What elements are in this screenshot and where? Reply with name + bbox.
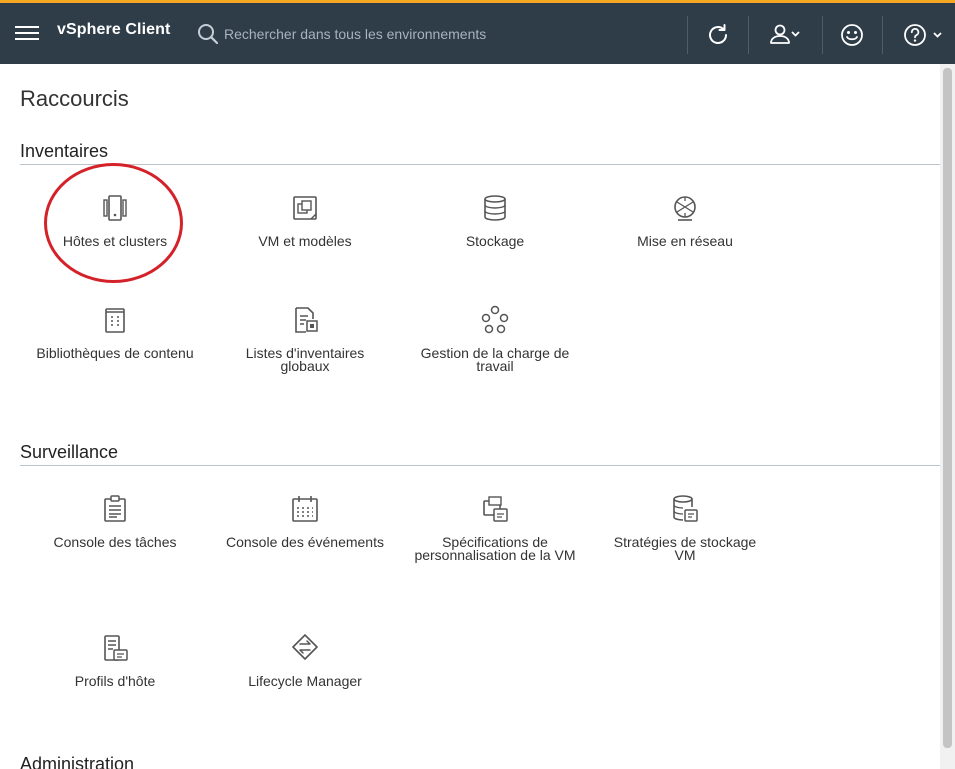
task-console-icon — [104, 495, 126, 522]
tile-label: Gestion de la charge de travail — [420, 345, 570, 374]
tile-label: Console des événements — [226, 534, 384, 550]
tile-label: Listes d'inventaires globaux — [245, 345, 365, 374]
tile-label: Spécifications de personnalisation de la… — [414, 534, 576, 563]
event-console-icon — [292, 496, 318, 522]
storage-policies-icon — [673, 495, 698, 522]
help-icon — [904, 24, 942, 46]
shortcut-vm-customization-specs[interactable]: Spécifications de personnalisation de la… — [400, 493, 590, 562]
search-icon — [198, 24, 219, 45]
tile-label: Stockage — [465, 233, 525, 249]
shortcut-vm-storage-policies[interactable]: Stratégies de stockage VM — [590, 493, 780, 562]
shortcut-global-inventory-lists[interactable]: Listes d'inventaires globaux — [210, 304, 400, 373]
shortcut-event-console[interactable]: Console des événements — [210, 493, 400, 549]
page-title: Raccourcis — [20, 86, 129, 111]
section-title-surveillance: Surveillance — [20, 442, 119, 462]
refresh-icon — [709, 24, 727, 44]
search-input[interactable] — [224, 19, 654, 49]
tile-label: Lifecycle Manager — [248, 673, 362, 689]
section-title-inventaires: Inventaires — [20, 141, 109, 161]
section-divider — [20, 164, 940, 165]
shortcut-hosts-clusters[interactable]: Hôtes et clusters — [20, 192, 210, 248]
host-profiles-icon — [104, 635, 128, 661]
vm-customization-icon — [483, 496, 508, 522]
storage-icon — [484, 195, 506, 221]
top-header-bar: vSphere Client — [0, 0, 955, 64]
help-menu-button[interactable] — [892, 16, 948, 54]
workload-management-icon — [481, 305, 509, 334]
user-menu-button[interactable] — [760, 16, 810, 54]
shortcut-task-console[interactable]: Console des tâches — [20, 493, 210, 549]
tile-label: Mise en réseau — [637, 233, 733, 249]
tile-label: Hôtes et clusters — [62, 233, 168, 249]
shortcut-workload-management[interactable]: Gestion de la charge de travail — [400, 304, 590, 373]
networking-icon — [674, 196, 696, 221]
tile-label: Console des tâches — [53, 534, 177, 550]
user-icon — [770, 24, 800, 44]
header-divider — [748, 16, 749, 54]
shortcut-content-libraries[interactable]: Bibliothèques de contenu — [20, 304, 210, 360]
vertical-scrollbar[interactable] — [940, 64, 955, 769]
hosts-clusters-icon — [103, 195, 127, 221]
lifecycle-manager-icon — [292, 634, 318, 660]
shortcut-lifecycle-manager[interactable]: Lifecycle Manager — [210, 632, 400, 688]
smiley-icon — [841, 24, 863, 46]
global-search[interactable] — [196, 19, 666, 49]
main-content: Raccourcis Inventaires Hôtes et clusters… — [0, 64, 940, 769]
app-title[interactable]: vSphere Client — [57, 21, 170, 39]
tile-label: VM et modèles — [258, 233, 352, 249]
header-divider — [822, 16, 823, 54]
tile-label: Stratégies de stockage VM — [613, 534, 757, 563]
vm-templates-icon — [293, 196, 317, 220]
shortcut-networking[interactable]: Mise en réseau — [590, 192, 780, 248]
refresh-button[interactable] — [697, 16, 739, 54]
shortcut-storage[interactable]: Stockage — [400, 192, 590, 248]
header-divider — [687, 16, 688, 54]
tile-label: Profils d'hôte — [74, 673, 156, 689]
shortcut-vm-templates[interactable]: VM et modèles — [210, 192, 400, 248]
content-library-icon — [105, 308, 125, 333]
feedback-button[interactable] — [832, 16, 872, 54]
global-inventory-icon — [295, 307, 318, 333]
shortcut-host-profiles[interactable]: Profils d'hôte — [20, 632, 210, 688]
tile-label: Bibliothèques de contenu — [36, 345, 194, 361]
section-divider — [20, 465, 940, 466]
menu-icon[interactable] — [15, 22, 39, 44]
scrollbar-thumb[interactable] — [943, 68, 952, 748]
header-divider — [882, 16, 883, 54]
section-title-administration: Administration — [20, 754, 135, 769]
